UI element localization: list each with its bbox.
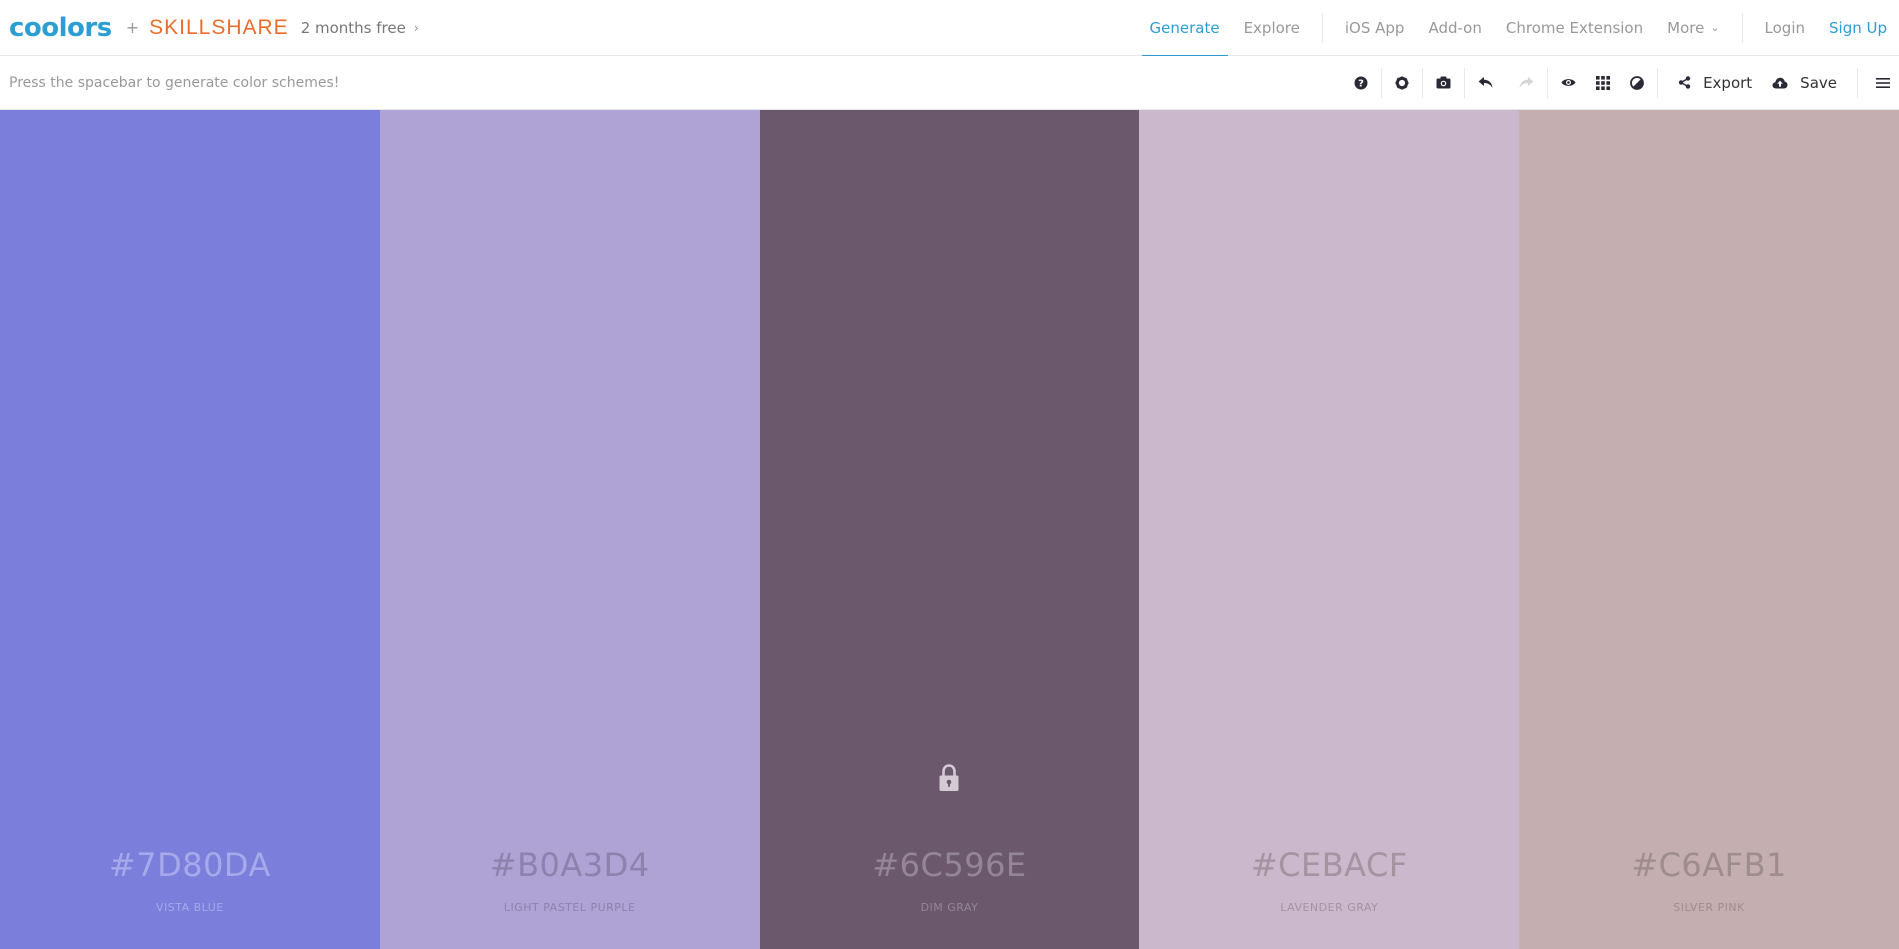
settings-button[interactable] [1382,56,1422,110]
color-swatch[interactable]: #B0A3D4 LIGHT PASTEL PURPLE [379,110,760,949]
export-button[interactable]: Export [1658,56,1766,110]
view-button[interactable] [1548,56,1586,110]
nav-divider [1321,12,1323,43]
nav-add-on[interactable]: Add-on [1420,0,1489,56]
contrast-button[interactable] [1620,56,1657,110]
share-icon [1678,76,1691,89]
export-label: Export [1703,73,1753,92]
gear-icon [1395,76,1409,89]
color-hex-code[interactable]: #6C596E [760,846,1140,884]
nav-sign-up[interactable]: Sign Up [1821,0,1895,56]
nav-divider [1741,12,1743,43]
chevron-down-icon: ⌄ [1710,21,1720,34]
grid-icon [1596,75,1611,90]
color-hex-code[interactable]: #C6AFB1 [1519,846,1899,884]
camera-button[interactable] [1423,56,1464,110]
nav-ios-app[interactable]: iOS App [1337,0,1413,56]
undo-icon [1478,77,1493,88]
color-swatch[interactable]: #CEBACF LAVENDER GRAY [1139,110,1520,949]
chevron-right-icon: › [413,20,419,35]
color-name: SILVER PINK [1673,901,1745,914]
redo-button[interactable] [1506,56,1547,110]
color-swatch[interactable]: #7D80DA VISTA BLUE [0,110,380,949]
contrast-icon [1630,75,1644,90]
nav-more-label: More [1667,18,1705,37]
nav-explore[interactable]: Explore [1236,0,1308,56]
skillshare-logo[interactable]: SKILLSHARE [149,16,289,40]
nav-generate[interactable]: Generate [1141,0,1228,57]
svg-text:?: ? [1358,78,1364,89]
color-hex-code[interactable]: #B0A3D4 [380,846,760,884]
camera-icon [1436,76,1451,89]
help-icon: ? [1354,76,1368,89]
color-name: DIM GRAY [920,901,979,914]
palette: #7D80DA VISTA BLUE #B0A3D4 LIGHT PASTEL … [0,110,1899,949]
color-name: LAVENDER GRAY [1280,901,1379,914]
color-swatch[interactable]: #6C596E DIM GRAY [759,110,1140,949]
top-nav: coolors + SKILLSHARE 2 months free › Gen… [0,0,1899,57]
color-hex-code[interactable]: #CEBACF [1139,846,1519,884]
eye-icon [1561,79,1576,86]
color-name: LIGHT PASTEL PURPLE [503,901,636,914]
nav-chrome-extension[interactable]: Chrome Extension [1498,0,1651,56]
save-label: Save [1800,73,1837,92]
grid-button[interactable] [1586,56,1620,110]
toolbar: Press the spacebar to generate color sch… [0,56,1899,110]
coolors-logo[interactable]: coolors [9,15,112,41]
lock-icon[interactable] [938,763,960,797]
save-button[interactable]: Save [1766,56,1857,110]
redo-icon [1519,77,1534,88]
color-swatch[interactable]: #C6AFB1 SILVER PINK [1519,110,1899,949]
hamburger-icon [1876,77,1890,88]
toolbar-tools: ? Export Save [1341,56,1899,110]
undo-button[interactable] [1465,56,1506,110]
promo-link[interactable]: 2 months free › [301,19,419,37]
promo-text: 2 months free [300,18,406,37]
cloud-upload-icon [1772,77,1788,88]
nav-more[interactable]: More ⌄ [1659,0,1727,56]
menu-button[interactable] [1858,56,1899,110]
help-button[interactable]: ? [1341,56,1381,110]
spacebar-hint: Press the spacebar to generate color sch… [9,74,340,91]
brand: coolors + SKILLSHARE 2 months free › [0,0,419,56]
color-name: VISTA BLUE [156,901,224,914]
nav-login[interactable]: Login [1757,0,1813,56]
nav-links: Generate Explore iOS App Add-on Chrome E… [1138,0,1899,57]
plus-sign: + [125,18,140,37]
color-hex-code[interactable]: #7D80DA [0,846,380,884]
